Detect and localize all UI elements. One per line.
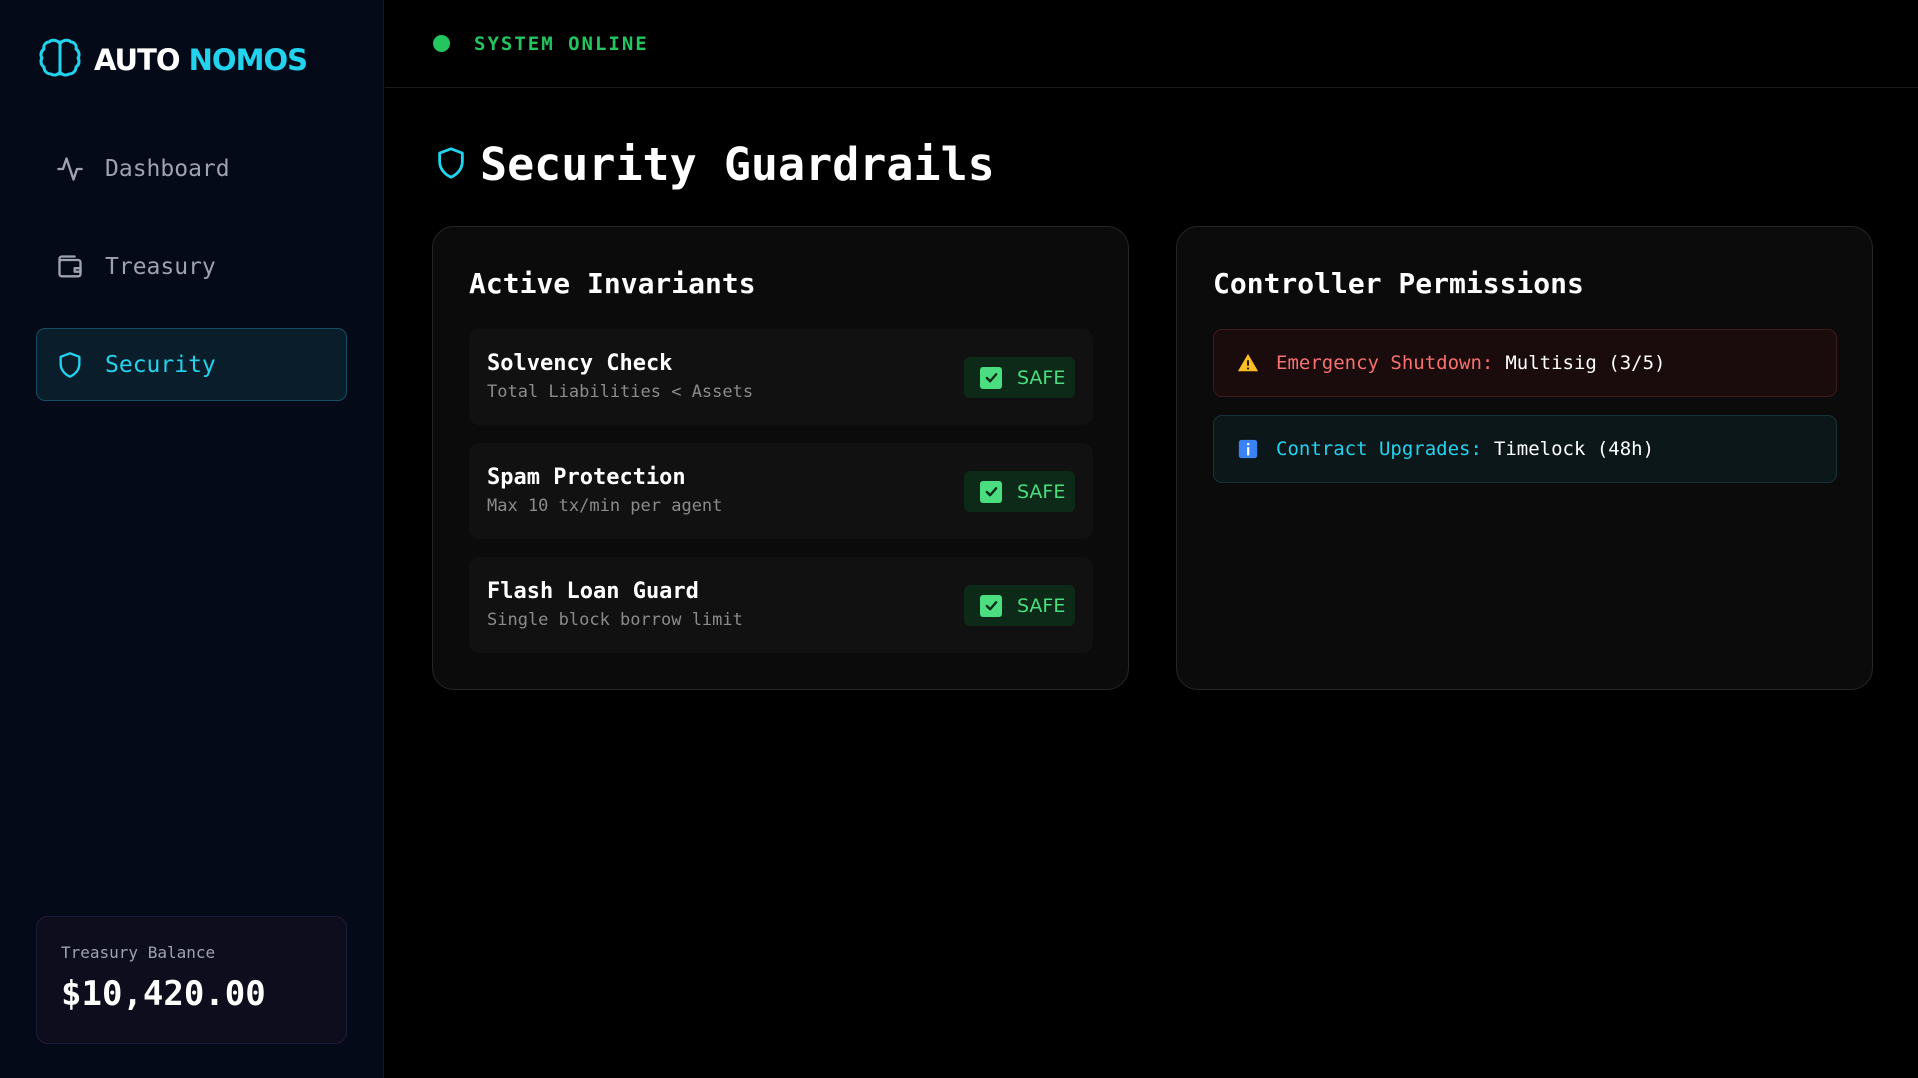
shield-icon bbox=[434, 146, 480, 184]
sidebar-item-label: Dashboard bbox=[105, 155, 230, 182]
permission-label: Emergency Shutdown: bbox=[1276, 352, 1494, 374]
sidebar-item-security[interactable]: Security bbox=[36, 328, 347, 401]
treasury-balance-label: Treasury Balance bbox=[61, 943, 216, 962]
shield-icon bbox=[55, 350, 85, 380]
sidebar-item-treasury[interactable]: Treasury bbox=[36, 230, 347, 303]
permission-value: Timelock (48h) bbox=[1493, 438, 1655, 460]
check-icon bbox=[980, 594, 1002, 617]
sidebar-item-label: Security bbox=[105, 351, 216, 378]
status-badge-label: SAFE bbox=[1017, 480, 1066, 503]
top-bar: SYSTEM ONLINE bbox=[385, 0, 1918, 88]
sidebar-nav: Dashboard Treasury Security bbox=[36, 132, 347, 426]
brand-name: AUTO NOMOS bbox=[94, 43, 308, 77]
status-badge-label: SAFE bbox=[1017, 594, 1066, 617]
status-badge: SAFE bbox=[964, 471, 1075, 512]
card-title: Controller Permissions bbox=[1213, 267, 1584, 300]
sidebar: AUTO NOMOS Dashboard Treasury Security T… bbox=[0, 0, 384, 1078]
brain-icon bbox=[36, 34, 84, 86]
system-status: SYSTEM ONLINE bbox=[474, 32, 649, 55]
status-badge-label: SAFE bbox=[1017, 366, 1066, 389]
active-invariants-card: Active Invariants Solvency Check Total L… bbox=[432, 226, 1129, 690]
permission-row-emergency-shutdown: Emergency Shutdown: Multisig (3/5) bbox=[1213, 329, 1837, 397]
sidebar-item-label: Treasury bbox=[105, 253, 216, 280]
brand-name-part2: NOMOS bbox=[188, 43, 308, 77]
page-title: Security Guardrails bbox=[480, 138, 995, 191]
wallet-icon bbox=[55, 252, 85, 282]
activity-icon bbox=[55, 154, 85, 184]
permission-label: Contract Upgrades: bbox=[1276, 438, 1482, 460]
status-badge: SAFE bbox=[964, 357, 1075, 398]
warning-icon bbox=[1236, 351, 1260, 375]
status-badge: SAFE bbox=[964, 585, 1075, 626]
treasury-balance-value: $10,420.00 bbox=[61, 974, 266, 1014]
page-header: Security Guardrails bbox=[434, 138, 995, 191]
treasury-balance-card: Treasury Balance $10,420.00 bbox=[36, 916, 347, 1044]
controller-permissions-card: Controller Permissions Emergency Shutdow… bbox=[1176, 226, 1873, 690]
check-icon bbox=[980, 480, 1002, 503]
brand-logo[interactable]: AUTO NOMOS bbox=[36, 34, 308, 86]
status-dot-icon bbox=[433, 35, 450, 52]
sidebar-item-dashboard[interactable]: Dashboard bbox=[36, 132, 347, 205]
permission-row-contract-upgrades: Contract Upgrades: Timelock (48h) bbox=[1213, 415, 1837, 483]
invariant-row-flash-loan: Flash Loan Guard Single block borrow lim… bbox=[469, 557, 1093, 653]
info-icon bbox=[1236, 437, 1260, 461]
brand-name-part1: AUTO bbox=[94, 43, 181, 77]
invariant-row-spam: Spam Protection Max 10 tx/min per agent … bbox=[469, 443, 1093, 539]
permission-value: Multisig (3/5) bbox=[1505, 352, 1666, 374]
card-title: Active Invariants bbox=[469, 267, 756, 300]
invariant-row-solvency: Solvency Check Total Liabilities < Asset… bbox=[469, 329, 1093, 425]
check-icon bbox=[980, 366, 1002, 389]
